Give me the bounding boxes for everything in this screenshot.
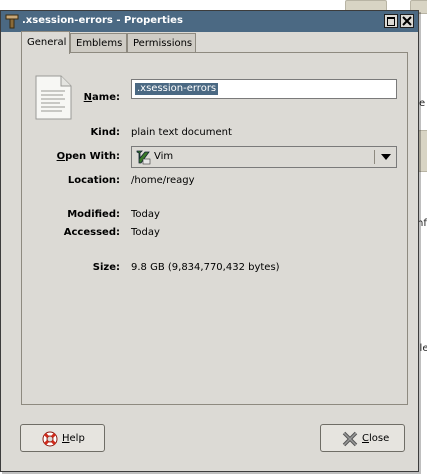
close-icon — [342, 431, 358, 447]
dropdown-separator — [374, 150, 375, 164]
vim-icon — [136, 150, 151, 165]
maximize-button[interactable] — [384, 14, 398, 28]
help-lifebuoy-icon — [42, 431, 58, 447]
modified-label: Modified: — [67, 209, 120, 220]
folder-icon[interactable] — [418, 130, 427, 172]
open-with-dropdown[interactable]: Vim — [131, 146, 397, 168]
size-value: 9.8 GB (9,834,770,432 bytes) — [131, 262, 280, 273]
title-bar[interactable]: .xsession-errors - Properties — [1, 11, 418, 32]
tab-emblems-label: Emblems — [76, 38, 123, 49]
close-button[interactable]: Close — [320, 424, 405, 452]
close-button-label: Close — [362, 433, 390, 444]
accessed-value: Today — [131, 227, 160, 238]
name-input-value: .xsession-errors — [135, 83, 219, 95]
accessed-label: Accessed: — [63, 227, 120, 238]
location-label: Location: — [67, 175, 120, 186]
size-label: Size: — [92, 262, 120, 273]
kind-value: plain text document — [131, 127, 232, 138]
window-title: .xsession-errors - Properties — [22, 15, 183, 26]
tab-general[interactable]: General — [21, 31, 70, 54]
close-icon — [402, 16, 412, 26]
modified-value: Today — [131, 209, 160, 220]
name-input[interactable]: .xsession-errors — [131, 79, 397, 99]
background-label: e — [419, 98, 426, 109]
tab-general-label: General — [27, 37, 67, 48]
help-button-label: Help — [62, 433, 85, 444]
name-label: Name: — [83, 92, 120, 103]
kind-label: Kind: — [90, 127, 120, 138]
chevron-down-icon[interactable] — [380, 151, 392, 163]
close-window-button[interactable] — [400, 14, 414, 28]
open-with-label: Open With: — [56, 151, 120, 162]
tab-permissions-label: Permissions — [133, 38, 193, 49]
window-menu-icon[interactable] — [5, 14, 19, 29]
open-with-value: Vim — [154, 151, 174, 162]
help-button[interactable]: Help — [20, 424, 105, 452]
location-value: /home/reagy — [131, 175, 195, 186]
tab-permissions[interactable]: Permissions — [127, 33, 196, 52]
tab-emblems[interactable]: Emblems — [70, 33, 127, 52]
